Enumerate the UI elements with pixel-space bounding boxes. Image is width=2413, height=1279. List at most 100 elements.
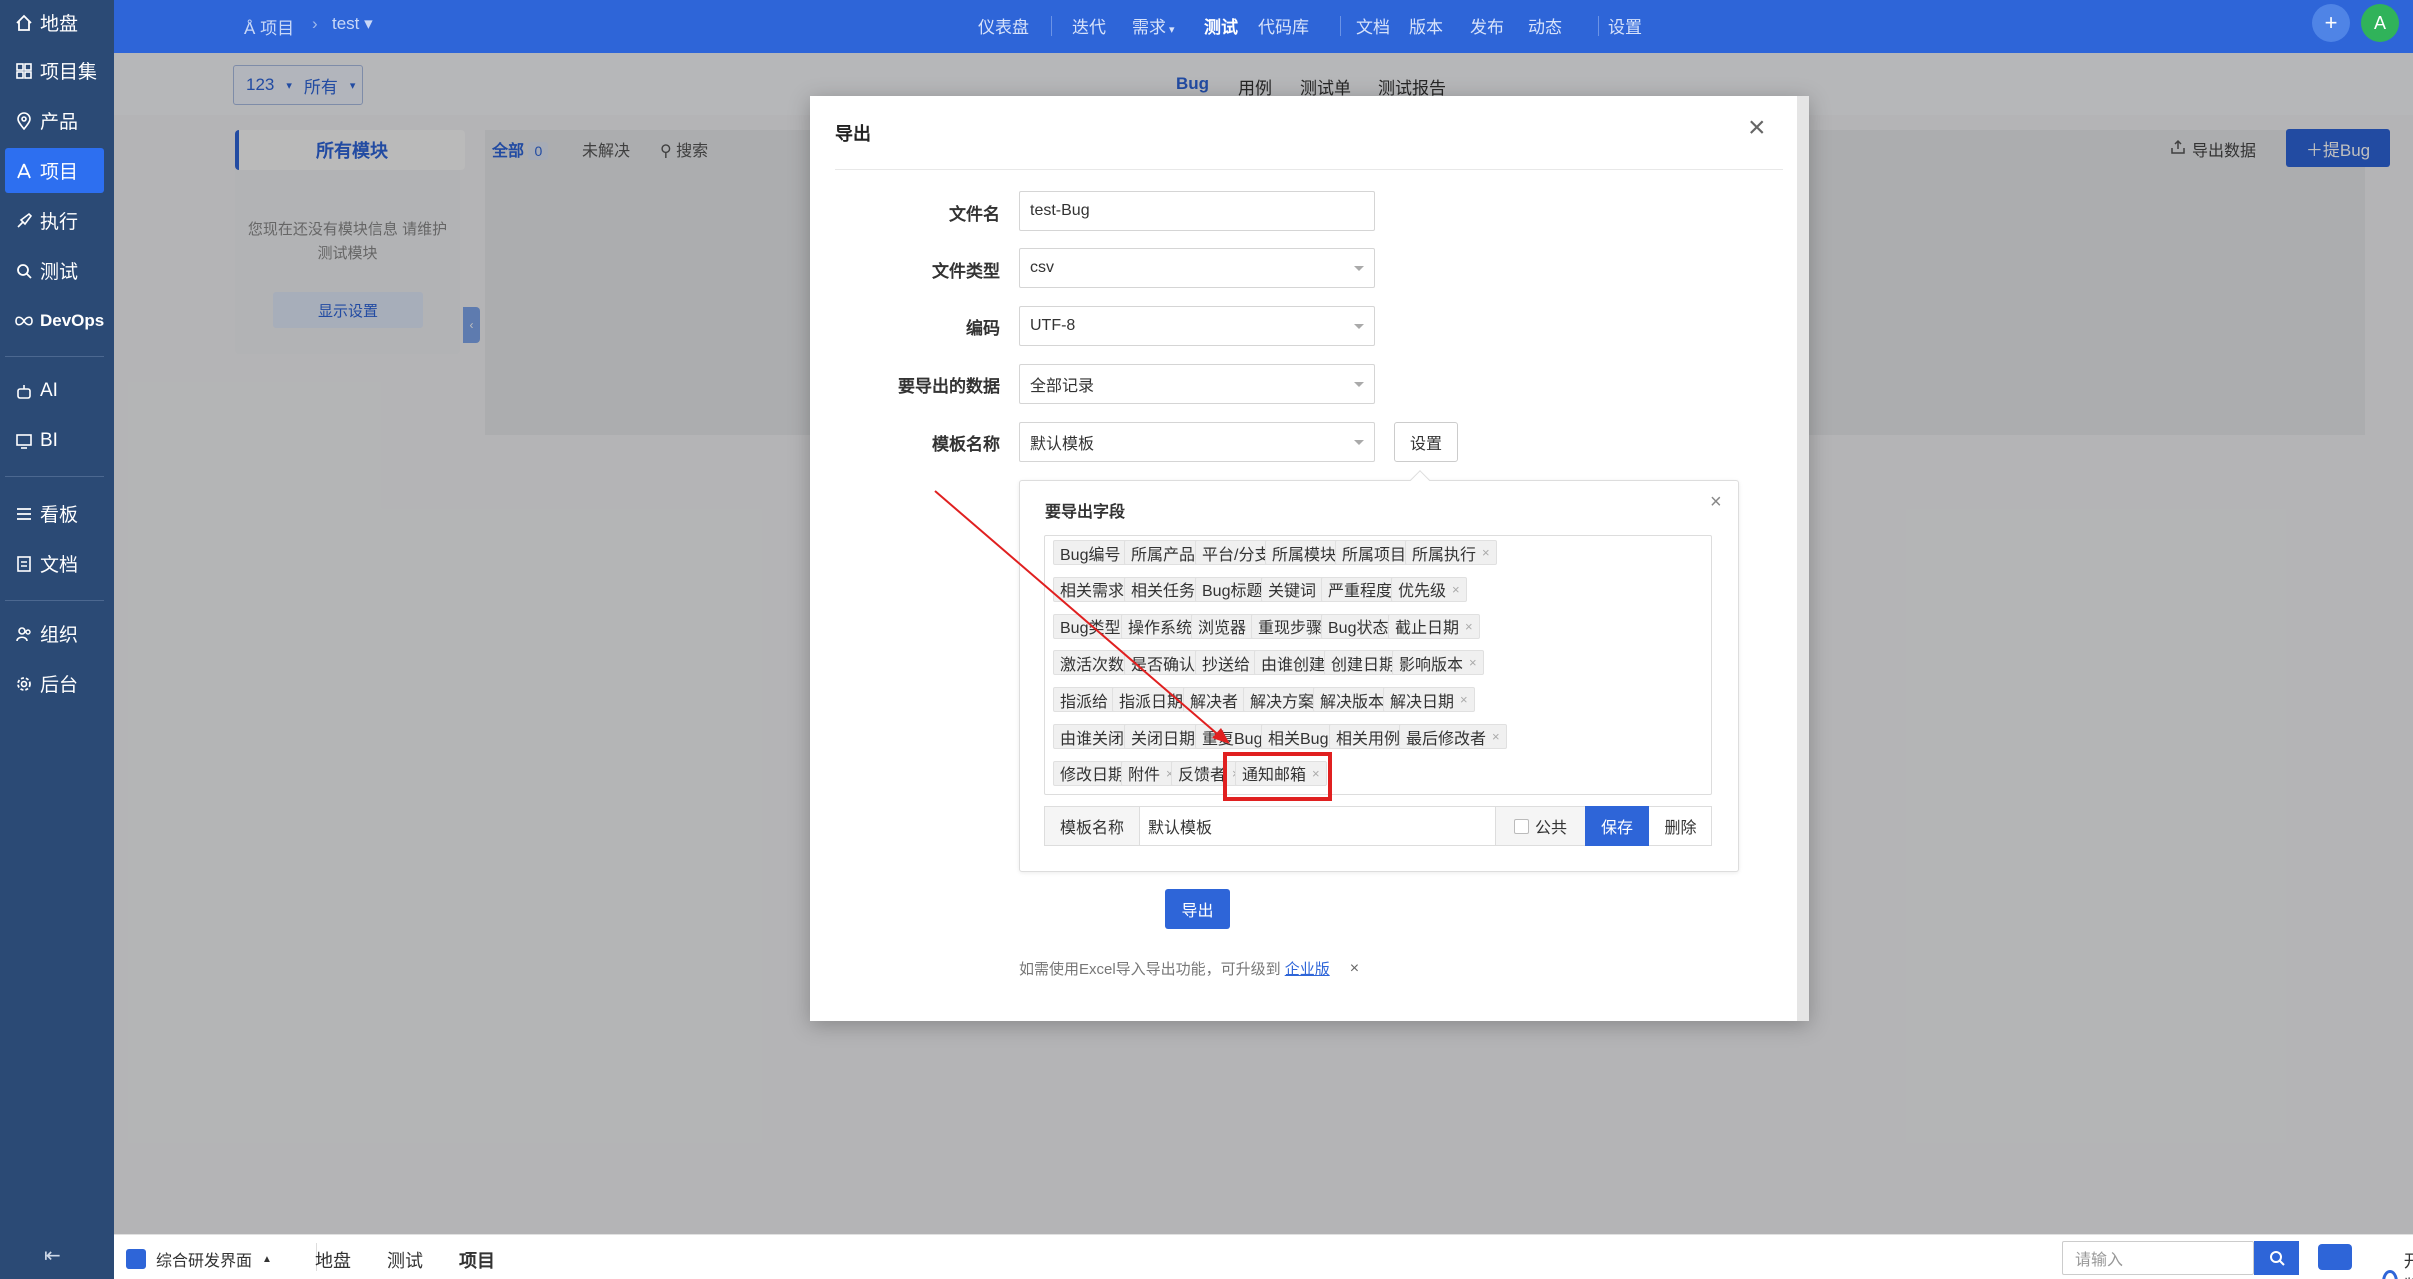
- bottom-tab-home[interactable]: 地盘: [315, 1247, 351, 1273]
- upgrade-tip-text: 如需使用Excel导入导出功能，可升级到: [1019, 961, 1281, 978]
- modal-divider: [835, 169, 1783, 170]
- field-tag[interactable]: 所属执行 ×: [1405, 540, 1497, 565]
- sidebar-item-bi[interactable]: BI: [5, 418, 104, 463]
- chevron-down-icon: [1354, 440, 1364, 445]
- remove-tag-icon[interactable]: ×: [1469, 655, 1477, 670]
- export-data-label: 要导出的数据: [898, 377, 1000, 396]
- upgrade-tip: 如需使用Excel导入导出功能，可升级到 企业版 ×: [1019, 958, 1359, 979]
- sidebar-item-product[interactable]: 产品: [5, 98, 104, 143]
- remove-tag-icon[interactable]: ×: [1460, 692, 1468, 707]
- workspace-label: 综合研发界面: [156, 1253, 253, 1270]
- close-icon[interactable]: ×: [1710, 491, 1722, 514]
- nav-test[interactable]: 测试: [1204, 13, 1238, 38]
- encoding-select[interactable]: UTF-8: [1019, 306, 1375, 346]
- sidebar-item-org[interactable]: 组织: [5, 611, 104, 656]
- sidebar-item-label: 地盘: [40, 14, 79, 35]
- export-fields-title: 要导出字段: [1045, 504, 1126, 521]
- sidebar-item-execution[interactable]: 执行: [5, 198, 104, 243]
- close-icon[interactable]: ×: [1748, 113, 1766, 143]
- export-fields-panel: 要导出字段 × Bug编号 × 所属产品 × 平台/分支 × 所属模块 × 所属项目 × 所属执行 ×…: [1019, 470, 1739, 872]
- search-icon: [2269, 1251, 2285, 1266]
- sidebar-item-label: 项目集: [40, 62, 98, 83]
- sidebar-item-doc[interactable]: 文档: [5, 541, 104, 586]
- modal-scrollbar[interactable]: [1797, 96, 1809, 1021]
- template-settings-button[interactable]: 设置: [1394, 422, 1458, 462]
- nav-story[interactable]: 需求 ▾: [1132, 13, 1175, 38]
- highlight-box: [1223, 752, 1332, 801]
- breadcrumb-root[interactable]: Å 项目: [244, 14, 294, 39]
- bottom-tab-project[interactable]: 项目: [459, 1247, 495, 1273]
- public-checkbox[interactable]: 公共: [1495, 807, 1585, 845]
- sidebar-item-devops[interactable]: DevOps: [5, 298, 104, 343]
- field-tag[interactable]: 截止日期 ×: [1388, 613, 1480, 639]
- close-tip-icon[interactable]: ×: [1350, 960, 1359, 978]
- export-data-select[interactable]: 全部记录: [1019, 364, 1375, 404]
- sidebar-item-program[interactable]: 项目集: [5, 48, 104, 93]
- chevron-down-icon: [1354, 324, 1364, 329]
- plus-icon[interactable]: +: [2312, 4, 2350, 42]
- search-button[interactable]: [2254, 1241, 2299, 1275]
- export-data-value: 全部记录: [1030, 378, 1095, 395]
- public-label: 公共: [1534, 820, 1567, 837]
- field-tag-label: 相关用例: [1336, 730, 1401, 748]
- field-tag-label: 附件: [1128, 767, 1161, 785]
- project-icon: Å: [244, 19, 256, 38]
- field-tag[interactable]: 最后修改者 ×: [1399, 724, 1507, 749]
- template-name-input[interactable]: 默认模板: [1140, 807, 1495, 845]
- sidebar-item-home[interactable]: 地盘: [5, 0, 104, 45]
- nav-dashboard[interactable]: 仪表盘: [978, 13, 1029, 38]
- field-tag-label: 解决者: [1190, 693, 1239, 711]
- collapse-sidebar-icon[interactable]: ⇤: [44, 1243, 61, 1268]
- chevron-down-icon: [1354, 382, 1364, 387]
- avatar[interactable]: A: [2361, 4, 2399, 42]
- bottom-tab-test[interactable]: 测试: [387, 1247, 423, 1273]
- save-template-button[interactable]: 保存: [1585, 806, 1649, 846]
- workspace-switcher[interactable]: 综合研发界面 ▲: [126, 1247, 272, 1271]
- sidebar-item-project[interactable]: 项目: [5, 148, 104, 193]
- remove-tag-icon[interactable]: ×: [1482, 545, 1490, 560]
- field-tag[interactable]: 优先级 ×: [1391, 576, 1467, 602]
- filetype-select[interactable]: csv: [1019, 248, 1375, 288]
- sidebar-item-kanban[interactable]: 看板: [5, 491, 104, 536]
- sidebar-item-label: 组织: [40, 625, 79, 646]
- delete-template-button[interactable]: 删除: [1649, 807, 1712, 845]
- nav-release[interactable]: 发布: [1470, 13, 1504, 38]
- template-select[interactable]: 默认模板: [1019, 422, 1375, 462]
- field-tag-label: 修改日期: [1060, 767, 1125, 785]
- nav-repo[interactable]: 代码库: [1258, 13, 1309, 38]
- sidebar-item-label: 看板: [40, 505, 79, 526]
- nav-build[interactable]: 版本: [1409, 13, 1443, 38]
- version-info[interactable]: 开源版18.12: [2382, 1247, 2413, 1279]
- export-fields-chosen[interactable]: Bug编号×所属产品×平台/分支×所属模块×所属项目×所属执行×相关需求×相关任…: [1044, 535, 1712, 795]
- sidebar-item-test[interactable]: 测试: [5, 248, 104, 293]
- sidebar-item-admin[interactable]: 后台: [5, 661, 104, 706]
- ai-chat-icon[interactable]: [2318, 1244, 2352, 1270]
- field-tag-label: 创建日期: [1331, 656, 1396, 674]
- remove-tag-icon[interactable]: ×: [1452, 582, 1460, 597]
- nav-iteration[interactable]: 迭代: [1072, 13, 1106, 38]
- export-button[interactable]: 导出: [1165, 889, 1230, 929]
- nav-settings[interactable]: 设置: [1608, 13, 1642, 38]
- nav-doc[interactable]: 文档: [1356, 13, 1390, 38]
- bottom-search-input[interactable]: 请输入: [2062, 1241, 2254, 1275]
- remove-tag-icon[interactable]: ×: [1465, 619, 1473, 634]
- field-tag[interactable]: 影响版本 ×: [1392, 650, 1484, 676]
- sidebar-item-ai[interactable]: AI: [5, 368, 104, 413]
- remove-tag-icon[interactable]: ×: [1492, 729, 1500, 744]
- kanban-icon: [14, 504, 34, 524]
- field-tag-label: 操作系统: [1128, 620, 1193, 638]
- field-tag-label: Bug类型: [1060, 620, 1121, 638]
- breadcrumb-current[interactable]: test ▾: [332, 14, 373, 34]
- sidebar-item-label: DevOps: [40, 310, 105, 330]
- location-icon: [14, 111, 34, 131]
- filename-input[interactable]: test-Bug: [1019, 191, 1375, 231]
- nav-dynamic[interactable]: 动态: [1528, 13, 1562, 38]
- grid-icon: [14, 61, 34, 81]
- encoding-label: 编码: [966, 319, 1000, 338]
- template-save-row: 模板名称 默认模板 公共 保存 删除: [1044, 806, 1712, 846]
- search-icon: [14, 261, 34, 281]
- field-tag[interactable]: 解决日期 ×: [1383, 687, 1475, 713]
- upgrade-link[interactable]: 企业版: [1285, 958, 1330, 979]
- field-tag-label: 由谁关闭: [1060, 730, 1125, 748]
- field-tag-label: 相关需求: [1060, 583, 1125, 601]
